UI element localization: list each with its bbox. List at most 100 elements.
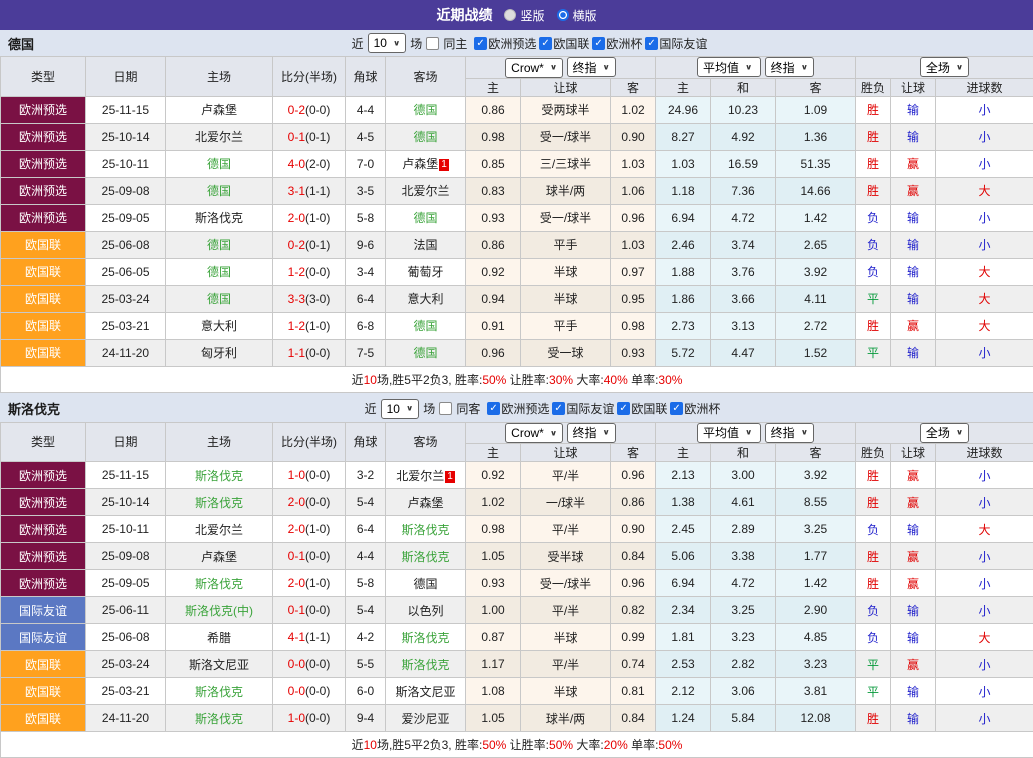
final-odds-select-1[interactable]: 终指∨ xyxy=(567,423,616,443)
handicap-line: 受半球 xyxy=(521,543,611,570)
rounds-select-value: 10 xyxy=(387,402,400,416)
handicap-away-odds: 1.06 xyxy=(611,177,656,204)
corner-cell: 6-0 xyxy=(346,678,386,705)
same-venue-label: 同客 xyxy=(456,400,480,417)
league-checkbox[interactable] xyxy=(670,402,683,415)
league-checkbox[interactable] xyxy=(487,402,500,415)
avg-draw-odds: 3.25 xyxy=(711,597,776,624)
radio-selected-icon[interactable] xyxy=(557,9,569,21)
fulltime-score: 1-1 xyxy=(288,346,305,360)
col-handicap-home: 主 xyxy=(466,444,521,462)
header-dropdown-row: 类型 日期 主场 比分(半场) 角球 客场 Crow*∨ 终指∨ 平均值∨ 终指… xyxy=(1,57,1033,79)
match-date: 25-09-08 xyxy=(86,543,166,570)
league-checkbox[interactable] xyxy=(645,37,658,50)
rounds-select[interactable]: 10 ∨ xyxy=(381,399,420,419)
handicap-home-odds: 0.86 xyxy=(466,96,521,123)
league-checkbox[interactable] xyxy=(539,37,552,50)
result-cell: 负 xyxy=(856,597,891,624)
avg-away-odds: 4.11 xyxy=(776,285,856,312)
match-row: 欧洲预选25-11-15卢森堡0-2(0-0)4-4德国0.86受两球半1.02… xyxy=(1,96,1033,123)
final-odds-select-2[interactable]: 终指∨ xyxy=(765,57,814,77)
avg-away-odds: 3.92 xyxy=(776,462,856,489)
score-cell: 1-2(0-0) xyxy=(273,258,346,285)
same-venue-label: 同主 xyxy=(443,35,467,52)
halftime-score: (0-0) xyxy=(305,495,330,509)
score-cell: 2-0(1-0) xyxy=(273,204,346,231)
col-handicap-result: 让球 xyxy=(891,78,936,96)
score-cell: 3-3(3-0) xyxy=(273,285,346,312)
fulltime-score: 1-2 xyxy=(288,265,305,279)
same-venue-checkbox[interactable] xyxy=(426,37,439,50)
rounds-select[interactable]: 10 ∨ xyxy=(368,33,407,53)
col-avg-home: 主 xyxy=(656,78,711,96)
league-checkbox[interactable] xyxy=(474,37,487,50)
handicap-away-odds: 0.99 xyxy=(611,624,656,651)
home-team-cell: 希腊 xyxy=(166,624,273,651)
avg-home-odds: 1.18 xyxy=(656,177,711,204)
match-date: 25-09-05 xyxy=(86,570,166,597)
league-checkbox[interactable] xyxy=(617,402,630,415)
final-odds-select-1[interactable]: 终指∨ xyxy=(567,57,616,77)
goals-result-cell: 小 xyxy=(936,543,1033,570)
handicap-line: 平手 xyxy=(521,231,611,258)
same-venue-checkbox[interactable] xyxy=(439,402,452,415)
fulltime-score: 3-3 xyxy=(288,292,305,306)
score-cell: 0-0(0-0) xyxy=(273,651,346,678)
handicap-result-cell: 输 xyxy=(891,123,936,150)
layout-radio-vertical[interactable]: 竖版 xyxy=(504,7,544,24)
handicap-home-odds: 1.05 xyxy=(466,543,521,570)
avg-draw-odds: 4.72 xyxy=(711,204,776,231)
bookmaker-select[interactable]: Crow*∨ xyxy=(505,423,563,443)
match-type-badge: 欧国联 xyxy=(1,651,86,678)
handicap-line: 平/半 xyxy=(521,462,611,489)
corner-cell: 9-6 xyxy=(346,231,386,258)
home-team-cell: 斯洛伐克 xyxy=(166,462,273,489)
layout-radio-horizontal[interactable]: 横版 xyxy=(557,7,597,24)
average-select[interactable]: 平均值∨ xyxy=(697,423,761,443)
radio-unselected-icon[interactable] xyxy=(504,9,516,21)
topbar: 近期战绩 竖版 横版 xyxy=(0,0,1033,30)
handicap-line: 受一/球半 xyxy=(521,204,611,231)
fulltime-score: 1-0 xyxy=(288,468,305,482)
match-date: 24-11-20 xyxy=(86,339,166,366)
avg-away-odds: 1.42 xyxy=(776,570,856,597)
result-cell: 负 xyxy=(856,231,891,258)
record-summary: 近10场,胜5平2负3, 胜率:50% 让胜率:50% 大率:20% 单率:50… xyxy=(352,738,683,752)
bookmaker-select[interactable]: Crow*∨ xyxy=(505,58,563,78)
result-cell: 负 xyxy=(856,516,891,543)
league-checkbox-label: 欧国联 xyxy=(631,400,667,417)
match-row: 欧国联25-03-21意大利1-2(1-0)6-8德国0.91平手0.982.7… xyxy=(1,312,1033,339)
average-select[interactable]: 平均值∨ xyxy=(697,57,761,77)
corner-cell: 6-8 xyxy=(346,312,386,339)
handicap-result-cell: 输 xyxy=(891,678,936,705)
avg-home-odds: 6.94 xyxy=(656,204,711,231)
fulltime-score: 4-0 xyxy=(288,157,305,171)
goals-result-cell: 大 xyxy=(936,624,1033,651)
fulltime-select[interactable]: 全场∨ xyxy=(920,423,969,443)
home-team-name: 德国 xyxy=(207,184,231,198)
league-checkbox[interactable] xyxy=(552,402,565,415)
recent-results-table-germany: 类型 日期 主场 比分(半场) 角球 客场 Crow*∨ 终指∨ 平均值∨ 终指… xyxy=(0,56,1033,393)
away-team-name: 德国 xyxy=(413,319,437,333)
goals-result-cell: 小 xyxy=(936,231,1033,258)
league-checkbox[interactable] xyxy=(592,37,605,50)
fulltime-select[interactable]: 全场∨ xyxy=(920,57,969,77)
goals-result-cell: 大 xyxy=(936,312,1033,339)
halftime-score: (0-1) xyxy=(305,130,330,144)
handicap-result-cell: 赢 xyxy=(891,570,936,597)
halftime-score: (1-0) xyxy=(305,319,330,333)
halftime-score: (0-0) xyxy=(305,711,330,725)
away-team-cell: 德国 xyxy=(386,96,466,123)
handicap-home-odds: 1.05 xyxy=(466,705,521,732)
chevron-down-icon: ∨ xyxy=(550,428,557,437)
match-date: 25-10-11 xyxy=(86,516,166,543)
handicap-away-odds: 0.93 xyxy=(611,339,656,366)
match-date: 25-03-21 xyxy=(86,678,166,705)
summary-text: 让胜率: xyxy=(506,738,549,752)
away-team-cell: 斯洛伐克 xyxy=(386,651,466,678)
home-team-cell: 斯洛伐克 xyxy=(166,570,273,597)
handicap-away-odds: 0.90 xyxy=(611,123,656,150)
col-date: 日期 xyxy=(86,57,166,97)
final-odds-select-2[interactable]: 终指∨ xyxy=(765,423,814,443)
league-checkbox-label: 欧洲杯 xyxy=(684,400,720,417)
